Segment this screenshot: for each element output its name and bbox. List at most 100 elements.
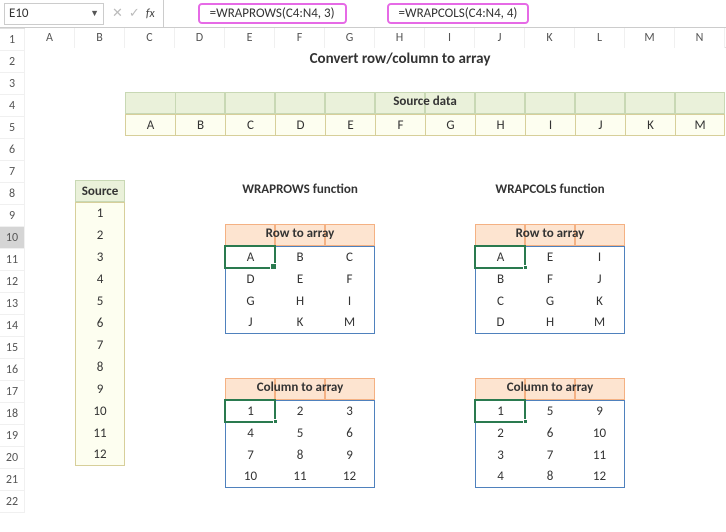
row-header[interactable]: 5 bbox=[0, 117, 25, 139]
cell[interactable] bbox=[25, 70, 75, 92]
cell[interactable] bbox=[275, 356, 325, 378]
cell[interactable] bbox=[25, 92, 75, 114]
cell[interactable]: D bbox=[275, 114, 325, 136]
cell[interactable] bbox=[275, 202, 325, 224]
accept-icon[interactable]: ✓ bbox=[129, 6, 140, 21]
cell[interactable] bbox=[225, 70, 275, 92]
cell[interactable] bbox=[375, 158, 425, 180]
cell[interactable] bbox=[125, 290, 175, 312]
cell[interactable] bbox=[175, 136, 225, 158]
cell[interactable] bbox=[325, 356, 375, 378]
row-header[interactable]: 21 bbox=[0, 469, 25, 491]
cell[interactable] bbox=[175, 510, 225, 532]
cell[interactable]: F bbox=[325, 268, 375, 290]
cell[interactable] bbox=[25, 444, 75, 466]
cell[interactable] bbox=[175, 224, 225, 246]
cell[interactable] bbox=[675, 180, 725, 202]
cell[interactable] bbox=[175, 378, 225, 400]
cell[interactable] bbox=[425, 422, 475, 444]
cell[interactable] bbox=[175, 334, 225, 356]
cell[interactable]: A bbox=[475, 246, 525, 268]
column-header[interactable]: H bbox=[375, 28, 425, 48]
row-header[interactable]: 2 bbox=[0, 51, 25, 73]
cell[interactable] bbox=[675, 136, 725, 158]
row-header[interactable]: 9 bbox=[0, 205, 25, 227]
cell[interactable]: A bbox=[125, 114, 175, 136]
cell[interactable] bbox=[375, 224, 425, 246]
cell[interactable] bbox=[625, 400, 675, 422]
cell[interactable]: D bbox=[475, 312, 525, 334]
cell[interactable] bbox=[375, 268, 425, 290]
row-header[interactable]: 8 bbox=[0, 183, 25, 205]
cell[interactable] bbox=[625, 488, 675, 510]
cell[interactable]: D bbox=[225, 268, 275, 290]
cell[interactable] bbox=[625, 466, 675, 488]
cell[interactable]: I bbox=[325, 290, 375, 312]
cell[interactable]: 9 bbox=[575, 400, 625, 422]
cell[interactable] bbox=[675, 400, 725, 422]
cell[interactable] bbox=[25, 400, 75, 422]
cell[interactable] bbox=[675, 158, 725, 180]
cell[interactable] bbox=[475, 334, 525, 356]
cell[interactable] bbox=[675, 510, 725, 532]
cell[interactable] bbox=[625, 422, 675, 444]
cell[interactable] bbox=[75, 158, 125, 180]
cell[interactable] bbox=[175, 268, 225, 290]
cell[interactable]: 1 bbox=[225, 400, 275, 422]
cell[interactable] bbox=[675, 246, 725, 268]
cell[interactable] bbox=[425, 378, 475, 400]
chevron-down-icon[interactable]: ▼ bbox=[90, 8, 99, 19]
cell[interactable]: J bbox=[225, 312, 275, 334]
cell[interactable] bbox=[325, 158, 375, 180]
cell[interactable] bbox=[525, 136, 575, 158]
row-header[interactable]: 10 bbox=[0, 227, 25, 249]
cell[interactable]: G bbox=[225, 290, 275, 312]
cell[interactable] bbox=[25, 158, 75, 180]
cell[interactable] bbox=[175, 158, 225, 180]
cell[interactable] bbox=[25, 224, 75, 246]
cell[interactable] bbox=[125, 334, 175, 356]
cell[interactable]: B bbox=[175, 114, 225, 136]
cell[interactable] bbox=[475, 202, 525, 224]
cell[interactable] bbox=[175, 312, 225, 334]
cell[interactable]: M bbox=[575, 312, 625, 334]
cell[interactable] bbox=[125, 378, 175, 400]
cell[interactable] bbox=[125, 400, 175, 422]
cell[interactable] bbox=[675, 290, 725, 312]
cell[interactable] bbox=[675, 334, 725, 356]
cell[interactable] bbox=[625, 510, 675, 532]
cell[interactable] bbox=[25, 356, 75, 378]
row-header[interactable]: 20 bbox=[0, 447, 25, 469]
cell[interactable]: M bbox=[325, 312, 375, 334]
cell[interactable] bbox=[25, 180, 75, 202]
cell[interactable] bbox=[225, 136, 275, 158]
cell[interactable]: C bbox=[225, 114, 275, 136]
cell[interactable] bbox=[25, 510, 75, 532]
cell[interactable]: G bbox=[525, 290, 575, 312]
cell[interactable] bbox=[125, 48, 175, 70]
cell[interactable] bbox=[525, 334, 575, 356]
row-header[interactable]: 13 bbox=[0, 293, 25, 315]
cell[interactable] bbox=[625, 378, 675, 400]
cell[interactable]: 6 bbox=[325, 422, 375, 444]
column-header[interactable]: G bbox=[325, 28, 375, 48]
cell[interactable] bbox=[125, 202, 175, 224]
cell[interactable]: E bbox=[275, 268, 325, 290]
cell[interactable] bbox=[275, 158, 325, 180]
cell[interactable] bbox=[125, 356, 175, 378]
cell[interactable]: 6 bbox=[525, 422, 575, 444]
cell[interactable] bbox=[225, 356, 275, 378]
cell[interactable]: 10 bbox=[75, 400, 125, 422]
cell[interactable] bbox=[475, 158, 525, 180]
cell[interactable] bbox=[125, 444, 175, 466]
cell[interactable] bbox=[375, 488, 425, 510]
cell[interactable] bbox=[25, 202, 75, 224]
cell[interactable] bbox=[425, 268, 475, 290]
cell[interactable] bbox=[625, 202, 675, 224]
cell[interactable] bbox=[75, 48, 125, 70]
cell[interactable]: J bbox=[575, 114, 625, 136]
cell[interactable] bbox=[675, 224, 725, 246]
cell[interactable] bbox=[375, 290, 425, 312]
cell[interactable] bbox=[175, 400, 225, 422]
column-header[interactable]: M bbox=[625, 28, 675, 48]
